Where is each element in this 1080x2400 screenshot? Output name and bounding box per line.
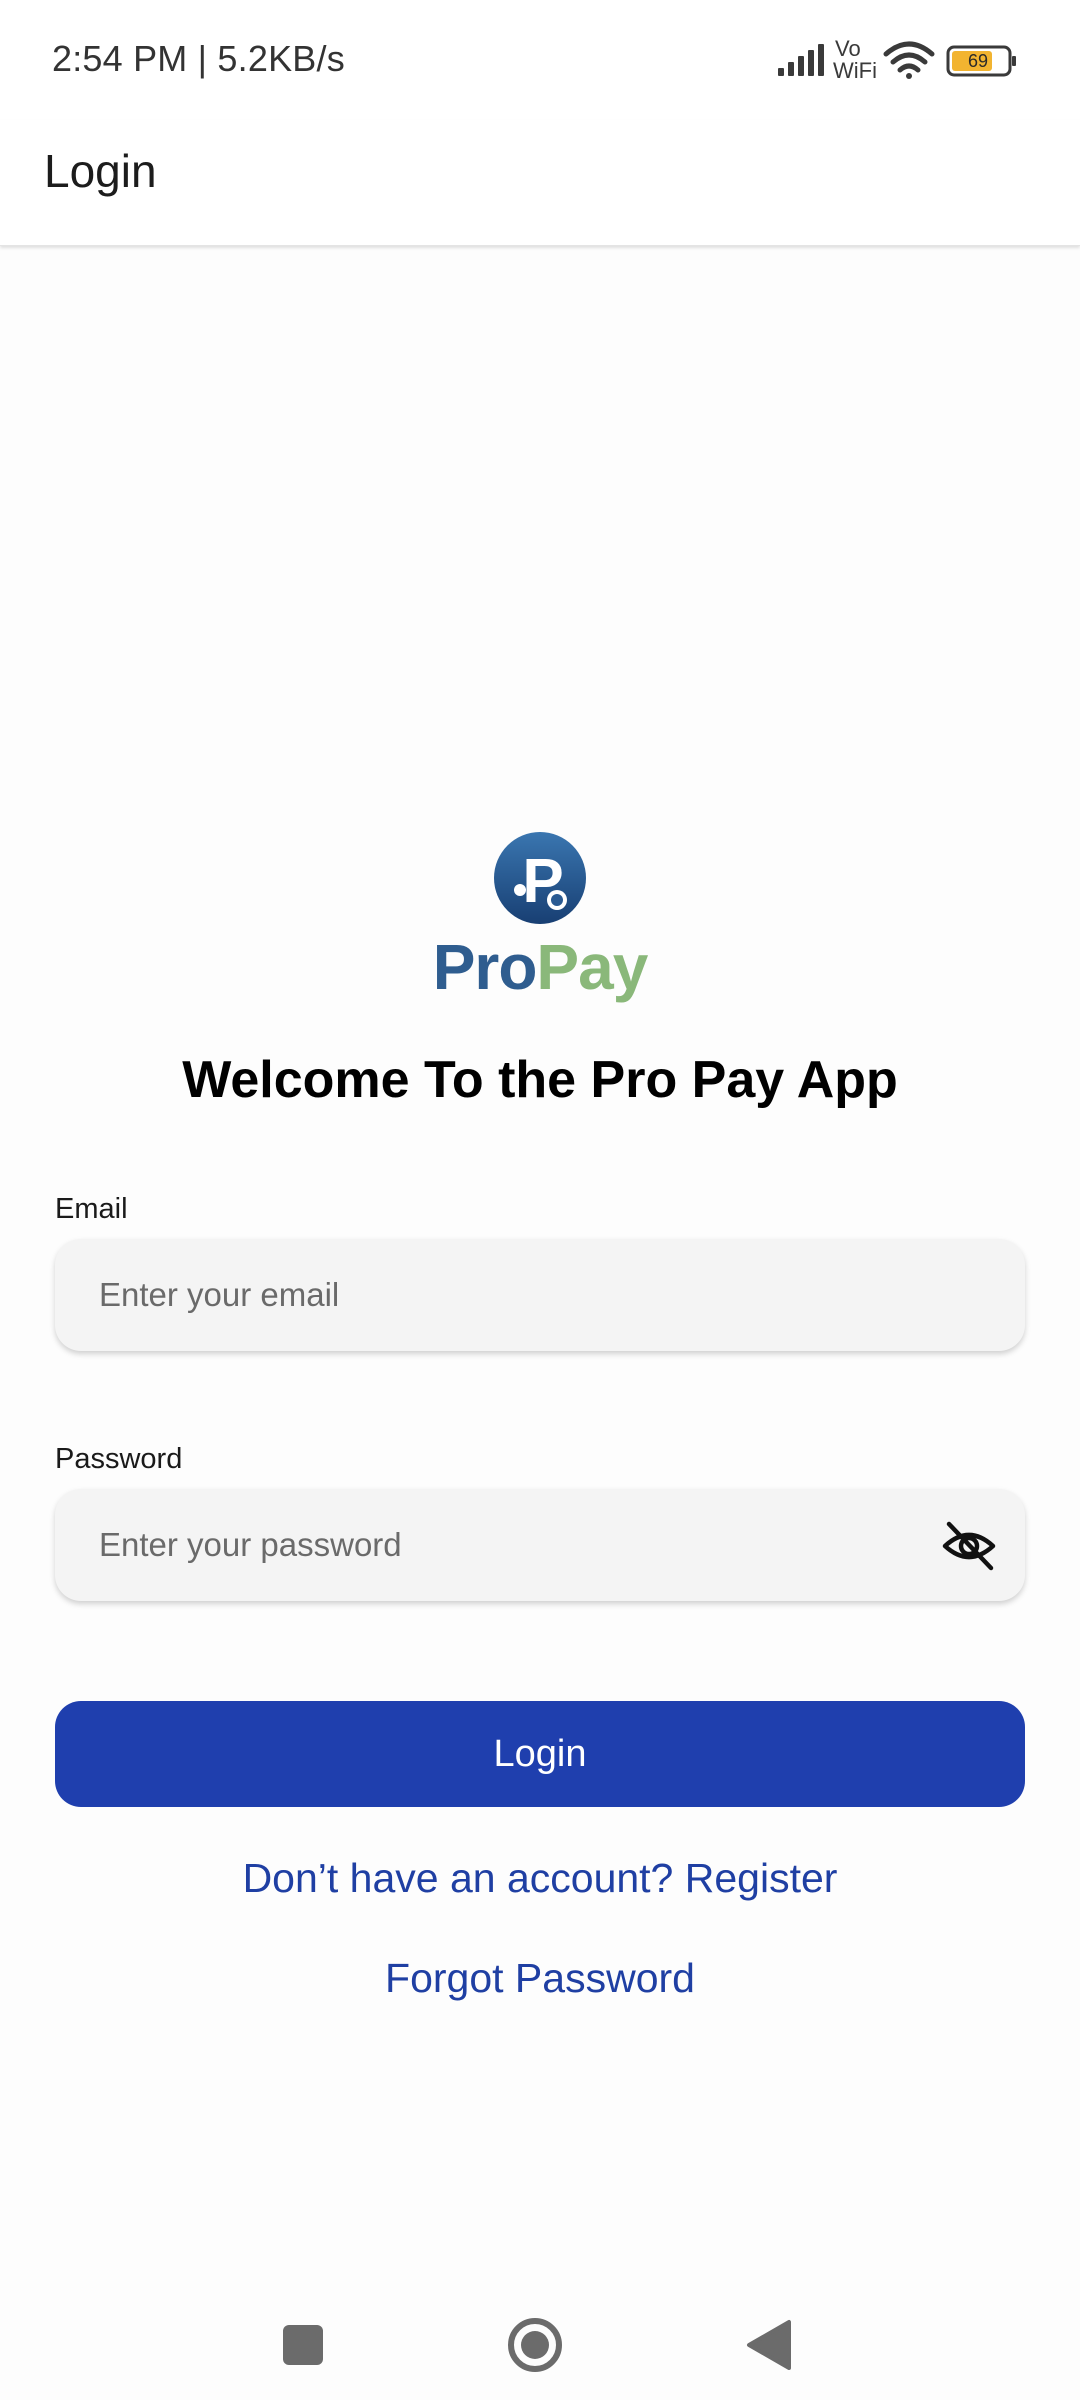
status-time: 2:54 PM | 5.2KB/s	[52, 38, 345, 79]
svg-text:69: 69	[968, 51, 988, 71]
logo-wordmark: ProPay	[420, 930, 660, 1004]
wifi-icon	[883, 41, 935, 79]
login-button[interactable]: Login	[55, 1701, 1025, 1807]
eye-off-icon[interactable]	[941, 1518, 997, 1574]
recents-icon[interactable]	[268, 2310, 338, 2380]
vowifi-icon: Vo WiFi	[833, 36, 877, 83]
system-nav-bar	[0, 2290, 1080, 2400]
register-link[interactable]: Don’t have an account? Register	[0, 1855, 1080, 1902]
back-icon[interactable]	[735, 2310, 805, 2380]
page-title: Login	[44, 145, 157, 197]
email-field-container	[55, 1239, 1025, 1351]
svg-text:WiFi: WiFi	[833, 58, 877, 83]
password-label: Password	[55, 1443, 183, 1475]
forgot-password-link[interactable]: Forgot Password	[0, 1955, 1080, 2002]
logo-badge-icon: P	[494, 832, 586, 924]
password-field-container	[55, 1489, 1025, 1601]
home-icon[interactable]	[500, 2310, 570, 2380]
propay-logo: P ProPay	[420, 830, 660, 1010]
status-icons: Vo WiFi 69	[778, 36, 1016, 83]
password-field[interactable]	[99, 1489, 959, 1601]
logo-wordmark-pro: Pro	[432, 931, 538, 1003]
signal-icon	[778, 44, 824, 76]
battery-icon: 69	[946, 45, 1016, 77]
welcome-heading: Welcome To the Pro Pay App	[182, 1051, 898, 1109]
logo-wordmark-pay: Pay	[536, 931, 648, 1003]
email-label: Email	[55, 1193, 128, 1225]
app-bar: Login	[0, 120, 1080, 246]
email-field[interactable]	[99, 1239, 959, 1351]
status-bar: 2:54 PM | 5.2KB/s Vo WiFi 69	[0, 0, 1080, 120]
